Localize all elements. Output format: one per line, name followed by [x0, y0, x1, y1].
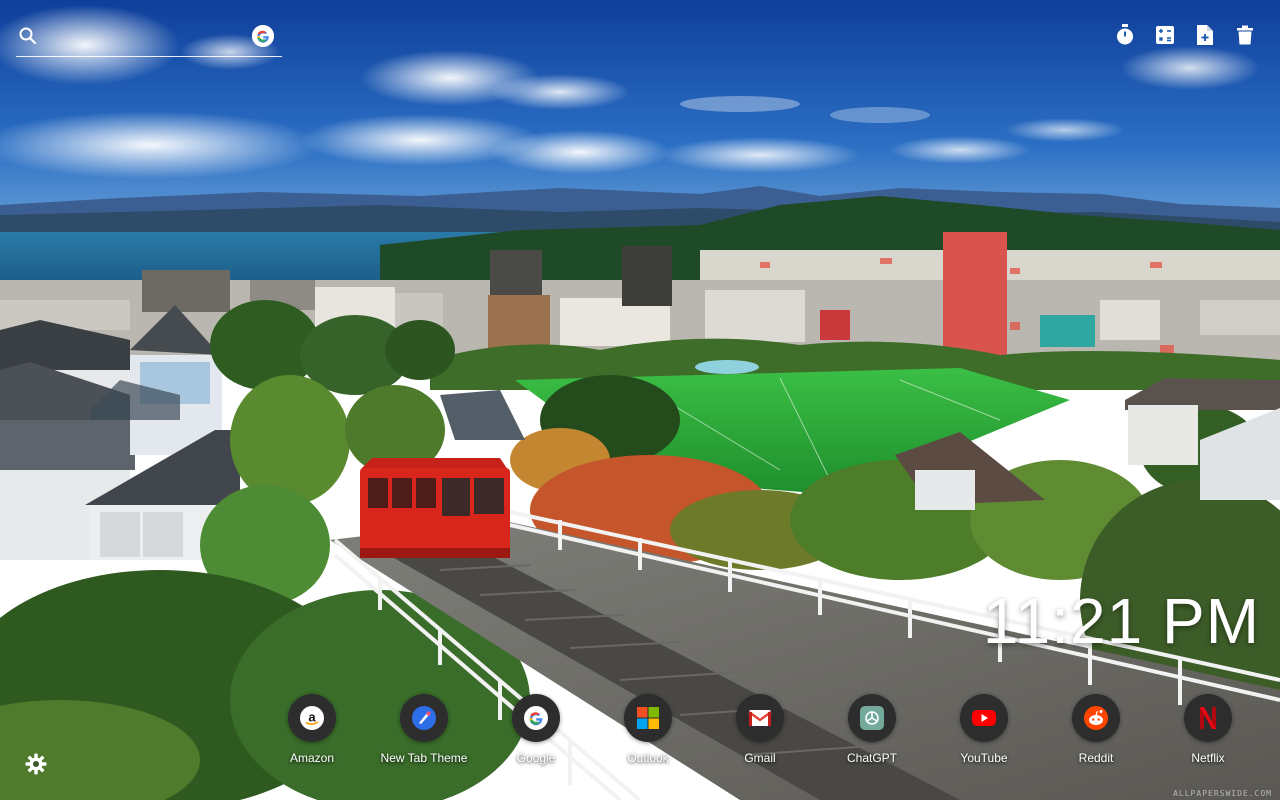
search-bar [16, 22, 282, 57]
shortcut-netflix[interactable]: Netflix [1152, 694, 1264, 765]
shortcut-outlook[interactable]: Outlook [592, 694, 704, 765]
clock-time: 11:21 PM [982, 585, 1260, 657]
amazon-icon: a [288, 694, 336, 742]
reddit-icon [1072, 694, 1120, 742]
shortcut-label: Netflix [1191, 751, 1225, 765]
wellington-cable-car-scene [0, 0, 1280, 800]
shortcut-label: Gmail [744, 751, 776, 765]
microsoft-icon [624, 694, 672, 742]
shortcut-gmail[interactable]: Gmail [704, 694, 816, 765]
shortcut-google[interactable]: Google [480, 694, 592, 765]
netflix-icon [1184, 694, 1232, 742]
google-icon [512, 694, 560, 742]
shortcut-new-tab-theme[interactable]: New Tab Theme [368, 694, 480, 765]
search-icon[interactable] [18, 26, 38, 46]
youtube-icon [960, 694, 1008, 742]
top-toolbar [1114, 24, 1256, 46]
new-tab-theme-icon [400, 694, 448, 742]
shortcuts-bar: a Amazon New Tab Theme Google Outlook Gm… [256, 694, 1256, 774]
shortcut-label: Reddit [1078, 751, 1114, 765]
gear-icon[interactable] [25, 753, 47, 775]
shortcut-label: ChatGPT [846, 751, 897, 765]
timer-icon[interactable] [1114, 24, 1136, 46]
svg-text:a: a [308, 710, 316, 725]
wallpaper-background [0, 0, 1280, 800]
shortcut-chatgpt[interactable]: ChatGPT [816, 694, 928, 765]
shortcut-amazon[interactable]: a Amazon [256, 694, 368, 765]
google-icon[interactable] [252, 25, 274, 47]
shortcut-reddit[interactable]: Reddit [1040, 694, 1152, 765]
shortcut-youtube[interactable]: YouTube [928, 694, 1040, 765]
shortcut-label: YouTube [960, 751, 1008, 765]
shortcut-label: Google [516, 751, 556, 765]
gmail-icon [736, 694, 784, 742]
calculator-icon[interactable] [1154, 24, 1176, 46]
watermark-text: ALLPAPERSWIDE.COM [1173, 789, 1272, 798]
shortcut-label: New Tab Theme [380, 751, 468, 765]
search-input[interactable] [44, 24, 248, 52]
chatgpt-icon [848, 694, 896, 742]
new-file-icon[interactable] [1194, 24, 1216, 46]
shortcut-label: Outlook [627, 751, 669, 765]
shortcut-label: Amazon [289, 751, 335, 765]
trash-icon[interactable] [1234, 24, 1256, 46]
